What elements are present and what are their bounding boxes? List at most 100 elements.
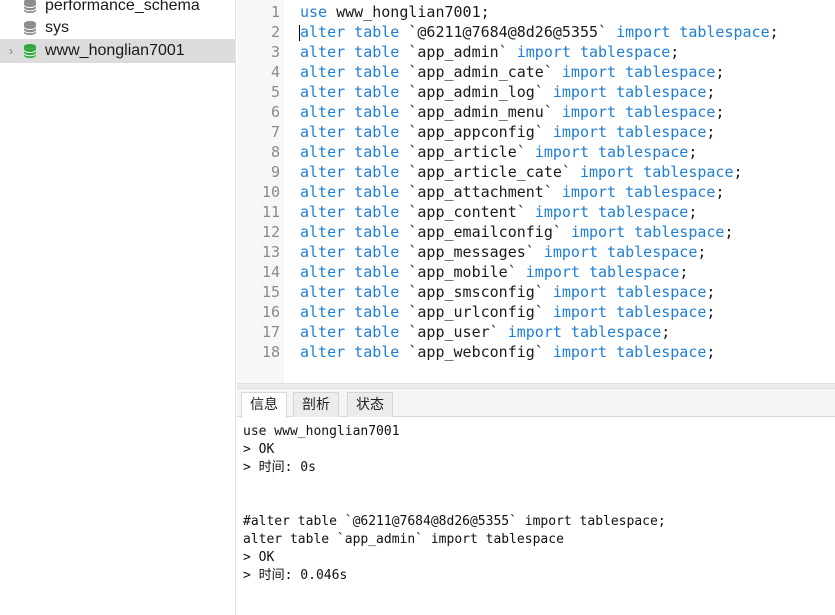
code-line[interactable]: 11 alter table `app_content` import table…: [237, 202, 835, 222]
code-text: alter table `app_content` import tablesp…: [300, 202, 697, 222]
database-item[interactable]: › www_honglian7001: [0, 39, 235, 63]
sql-keyword: alter table: [300, 283, 400, 301]
code-text: alter table `app_smsconfig` import table…: [300, 282, 715, 302]
line-number: 5: [270, 83, 280, 101]
code-line[interactable]: 14 alter table `app_mobile` import tables…: [237, 262, 835, 282]
sql-keyword: alter table: [300, 223, 400, 241]
database-icon: [22, 20, 38, 36]
database-item[interactable]: sys: [0, 16, 235, 40]
sql-keyword: import tablespace: [534, 203, 689, 221]
statement-terminator: ;: [715, 103, 725, 121]
code-line[interactable]: 6 alter table `app_admin_menu` import tab…: [237, 102, 835, 122]
sql-keyword: alter table: [300, 243, 400, 261]
code-line[interactable]: 15 alter table `app_smsconfig` import tab…: [237, 282, 835, 302]
sql-identifier: `app_webconfig`: [399, 343, 553, 361]
sql-identifier: `@6211@7684@8d26@5355`: [399, 23, 617, 41]
sql-keyword: import tablespace: [552, 283, 707, 301]
statement-terminator: ;: [706, 343, 716, 361]
sql-keyword: alter table: [300, 203, 400, 221]
line-number: 4: [270, 63, 280, 81]
code-line[interactable]: 1 use www_honglian7001;: [237, 2, 835, 22]
code-text: alter table `app_admin_cate` import tabl…: [300, 62, 724, 82]
sql-keyword: import tablespace: [516, 43, 671, 61]
sql-keyword: import tablespace: [552, 343, 707, 361]
code-line[interactable]: 9 alter table `app_article_cate` import t…: [237, 162, 835, 182]
sql-keyword: import tablespace: [552, 123, 707, 141]
code-text: alter table `app_article` import tablesp…: [300, 142, 697, 162]
sql-identifier: `app_content`: [399, 203, 535, 221]
message-line: > 时间: 0s: [243, 460, 316, 475]
code-line[interactable]: 18 alter table `app_webconfig` import tab…: [237, 342, 835, 362]
sql-keyword: alter table: [300, 303, 400, 321]
sql-editor[interactable]: 1 use www_honglian7001; 2 alter table `@621…: [237, 0, 835, 383]
sql-identifier: `app_article_cate`: [399, 163, 580, 181]
statement-terminator: ;: [679, 263, 689, 281]
message-line: use www_honglian7001: [243, 424, 400, 439]
code-text: alter table `app_admin` import tablespac…: [300, 42, 679, 62]
database-name: sys: [45, 19, 69, 36]
code-line[interactable]: 3 alter table `app_admin` import tablespa…: [237, 42, 835, 62]
code-text: alter table `app_mobile` import tablespa…: [300, 262, 688, 282]
code-text: alter table `app_admin_menu` import tabl…: [300, 102, 724, 122]
line-number: 14: [261, 263, 280, 281]
sql-keyword: alter table: [300, 23, 400, 41]
statement-terminator: ;: [697, 243, 707, 261]
sql-identifier: `app_admin_log`: [399, 83, 553, 101]
sql-keyword: import tablespace: [579, 163, 734, 181]
statement-terminator: ;: [706, 123, 716, 141]
statement-terminator: ;: [706, 303, 716, 321]
code-line[interactable]: 8 alter table `app_article` import tables…: [237, 142, 835, 162]
sql-identifier: `app_user`: [399, 323, 508, 341]
line-number: 16: [261, 303, 280, 321]
result-tab[interactable]: 状态: [347, 392, 393, 417]
line-number: 18: [261, 343, 280, 361]
code-line[interactable]: 10 alter table `app_attachment` import ta…: [237, 182, 835, 202]
statement-terminator: ;: [706, 83, 716, 101]
text-caret: [299, 25, 300, 41]
line-number: 1: [270, 3, 280, 21]
expand-chevron-icon[interactable]: ›: [0, 44, 22, 58]
sql-keyword: alter table: [300, 323, 400, 341]
sql-keyword: alter table: [300, 63, 400, 81]
line-number: 17: [261, 323, 280, 341]
code-line[interactable]: 5 alter table `app_admin_log` import tabl…: [237, 82, 835, 102]
sql-identifier: www_honglian7001;: [327, 3, 490, 21]
sql-identifier: `app_urlconfig`: [399, 303, 553, 321]
database-icon: [22, 43, 38, 59]
result-tab[interactable]: 信息: [241, 392, 287, 418]
line-number: 12: [261, 223, 280, 241]
sql-keyword: alter table: [300, 263, 400, 281]
sql-keyword: use: [300, 3, 328, 21]
code-line[interactable]: 4 alter table `app_admin_cate` import tab…: [237, 62, 835, 82]
message-line: #alter table `@6211@7684@8d26@5355` impo…: [243, 514, 666, 529]
line-number: 13: [261, 243, 280, 261]
code-line[interactable]: 17 alter table `app_user` import tablespa…: [237, 322, 835, 342]
sql-identifier: `app_appconfig`: [399, 123, 553, 141]
result-tab[interactable]: 剖析: [293, 392, 339, 417]
message-line: > OK: [243, 550, 275, 565]
database-icon: [22, 0, 38, 14]
code-line[interactable]: 16 alter table `app_urlconfig` import tab…: [237, 302, 835, 322]
line-number: 11: [261, 203, 280, 221]
sql-keyword: alter table: [300, 343, 400, 361]
statement-terminator: ;: [715, 63, 725, 81]
message-line: > 时间: 0.046s: [243, 568, 348, 583]
statement-terminator: ;: [769, 23, 779, 41]
code-text: alter table `@6211@7684@8d26@5355` impor…: [300, 22, 779, 42]
code-text: alter table `app_webconfig` import table…: [300, 342, 715, 362]
sql-identifier: `app_attachment`: [399, 183, 562, 201]
code-line[interactable]: 12 alter table `app_emailconfig` import t…: [237, 222, 835, 242]
sql-keyword: alter table: [300, 143, 400, 161]
code-text: alter table `app_attachment` import tabl…: [300, 182, 724, 202]
code-line[interactable]: 13 alter table `app_messages` import tabl…: [237, 242, 835, 262]
statement-terminator: ;: [661, 323, 671, 341]
code-line[interactable]: 2 alter table `@6211@7684@8d26@5355` impo…: [237, 22, 835, 42]
sql-keyword: import tablespace: [561, 103, 716, 121]
sql-keyword: alter table: [300, 183, 400, 201]
code-line[interactable]: 7 alter table `app_appconfig` import tabl…: [237, 122, 835, 142]
sql-keyword: import tablespace: [561, 183, 716, 201]
sql-identifier: `app_admin_cate`: [399, 63, 562, 81]
code-text: use www_honglian7001;: [300, 2, 490, 22]
sql-keyword: import tablespace: [543, 243, 698, 261]
sql-identifier: `app_admin`: [399, 43, 517, 61]
